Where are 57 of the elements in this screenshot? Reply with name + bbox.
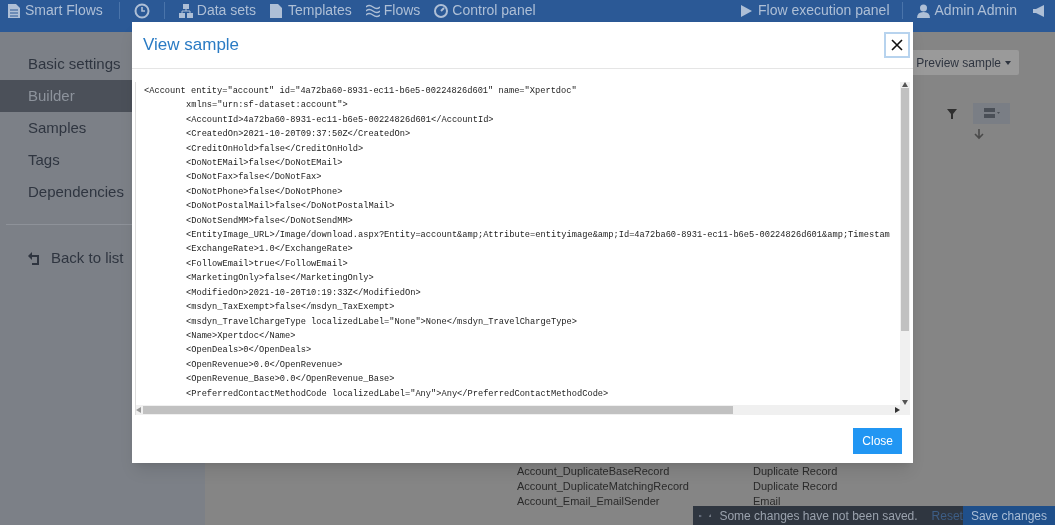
dialog-title: View sample — [143, 34, 240, 57]
user-icon — [916, 3, 930, 18]
app-name[interactable]: Smart Flows — [25, 2, 103, 19]
code-line: <FollowEmail>true</FollowEmail> — [185, 257, 349, 271]
code-line: <DoNotPhone>false</DoNotPhone> — [185, 185, 344, 199]
filter-icon[interactable] — [947, 108, 957, 119]
scroll-left-icon[interactable] — [136, 407, 141, 413]
code-line: <msdyn_TravelChargeType localizedLabel="None">None</msdyn_TravelChargeType> — [185, 315, 578, 329]
nav-link[interactable]: Flows — [365, 2, 421, 19]
document-icon — [8, 3, 20, 18]
code-line: <CreatedOn>2021-10-20T09:37:50Z</CreatedOn> — [185, 128, 412, 142]
code-line: <ModifiedOn>2021-10-20T10:19:33Z</ModifiedOn> — [185, 286, 422, 300]
return-arrow-icon — [28, 251, 42, 265]
code-line: <ExchangeRate>1.0</ExchangeRate> — [185, 243, 354, 257]
play-icon — [741, 4, 752, 17]
table-cell-text: Account_DuplicateMatchingRecord — [517, 479, 690, 494]
code-line: <DoNotPostalMail>false</DoNotPostalMail> — [185, 200, 396, 214]
code-line: <OpenRevenue>0.0</OpenRevenue> — [185, 358, 344, 372]
save-changes-button[interactable]: Save changes — [962, 506, 1055, 525]
view-options-button[interactable] — [973, 103, 1010, 124]
horizontal-scrollbar[interactable] — [136, 405, 910, 415]
clock-icon[interactable] — [133, 3, 150, 19]
table-cell: Email — [753, 494, 781, 509]
hierarchy-icon — [178, 3, 193, 18]
waves-icon — [365, 3, 380, 18]
code-line: <DoNotSendMM>false</DoNotSendMM> — [185, 214, 354, 228]
nav-link[interactable]: Data sets — [178, 2, 256, 19]
code-line: <EntityImage_URL>/Image/download.aspx?Entity=account&amp;Attribute=entityimage&amp;Id=4a72ba60-8931-ec11-b6e5-00224826d601&amp;Timestam — [185, 229, 891, 243]
caret-icon — [1005, 60, 1011, 65]
close-icon[interactable] — [884, 32, 910, 58]
table-cell: Duplicate Record — [753, 479, 838, 494]
code-line: <AccountId>4a72ba60-8931-ec11-b6e5-00224826d601</AccountId> — [185, 113, 495, 127]
document-icon — [269, 3, 284, 18]
unsaved-changes-message: Some changes have not been saved. — [719, 507, 918, 525]
code-line: <PreferredContactMethodCode localizedLabel="Any">Any</PreferredContactMethodCode> — [185, 387, 610, 401]
sort-down-icon[interactable] — [973, 128, 985, 140]
nav-link[interactable]: Control panel — [434, 2, 536, 19]
megaphone-icon[interactable] — [1031, 3, 1047, 19]
close-button[interactable]: Close — [853, 428, 902, 454]
code-line: <OpenRevenue_Base>0.0</OpenRevenue_Base> — [185, 373, 396, 387]
nav-link[interactable]: Templates — [269, 2, 352, 19]
table-cell-text: Account_DuplicateBaseRecord — [517, 464, 671, 479]
code-line: <MarketingOnly>false</MarketingOnly> — [185, 272, 375, 286]
list-view-icon — [983, 108, 1000, 119]
table-cell: Duplicate Record — [753, 464, 838, 479]
vertical-scrollbar[interactable] — [900, 82, 910, 405]
code-line: <DoNotFax>false</DoNotFax> — [185, 171, 323, 185]
scroll-right-icon[interactable] — [895, 407, 900, 413]
user-menu[interactable]: Admin Admin — [916, 2, 1017, 19]
code-line: <CreditOnHold>false</CreditOnHold> — [185, 142, 365, 156]
flow-execution-link[interactable]: Flow execution panel — [741, 2, 890, 19]
gauge-icon — [434, 3, 449, 18]
code-line: <msdyn_TaxExempt>false</msdyn_TaxExempt> — [185, 301, 396, 315]
code-line: <OpenDeals>0</OpenDeals> — [185, 344, 313, 358]
table-cell-text: Account_Email_EmailSender — [517, 494, 661, 509]
code-line: <Name>Xpertdoc</Name> — [185, 329, 297, 343]
code-line: <DoNotEMail>false</DoNotEMail> — [185, 157, 344, 171]
